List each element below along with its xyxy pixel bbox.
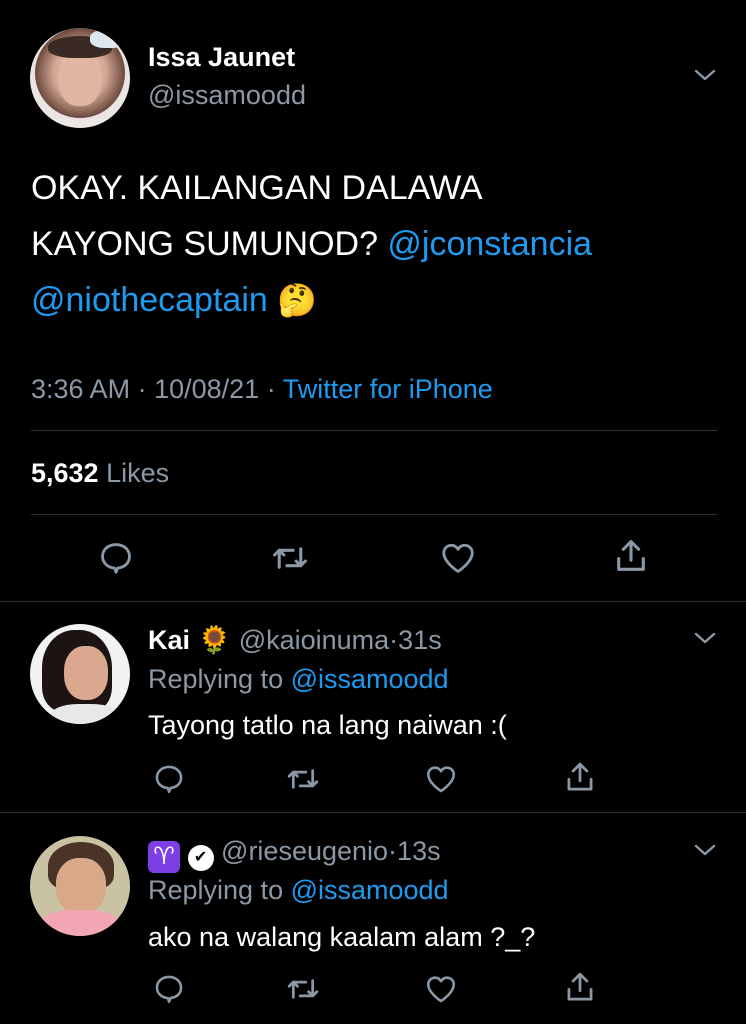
divider — [31, 430, 717, 431]
retweet-icon[interactable] — [285, 762, 321, 796]
reply-author-handle[interactable]: @kaioinuma — [239, 625, 389, 655]
meta-separator: · — [388, 836, 398, 866]
replying-to-handle[interactable]: @issamoodd — [291, 875, 449, 905]
replying-to: Replying to @issamoodd — [148, 875, 449, 906]
likes-stat[interactable]: 5,632 Likes — [31, 458, 169, 489]
reply-icon[interactable] — [97, 539, 135, 577]
tweet-text-line1: OKAY. KAILANGAN DALAWA — [31, 169, 483, 207]
author-avatar[interactable] — [30, 28, 130, 128]
reply-header: ♈ ✔ @rieseugenio·13s — [148, 836, 441, 873]
chevron-down-icon[interactable] — [693, 63, 717, 87]
tweet-source-link[interactable]: Twitter for iPhone — [283, 374, 493, 404]
share-icon[interactable] — [612, 537, 650, 577]
meta-separator: · — [266, 374, 276, 404]
reply-author-name[interactable]: Kai — [148, 625, 190, 655]
like-heart-icon[interactable] — [424, 972, 458, 1006]
replying-to-label: Replying to — [148, 875, 291, 905]
tweet-time: 3:36 AM — [31, 374, 131, 404]
replying-to: Replying to @issamoodd — [148, 664, 449, 695]
share-icon[interactable] — [563, 760, 597, 796]
sunflower-emoji: 🌻 — [197, 625, 232, 655]
reply-icon[interactable] — [152, 972, 186, 1006]
share-icon[interactable] — [563, 970, 597, 1006]
retweet-icon[interactable] — [270, 539, 310, 577]
divider — [31, 514, 717, 515]
reply-icon[interactable] — [152, 762, 186, 796]
aries-emoji-badge: ♈ — [148, 841, 180, 873]
retweet-icon[interactable] — [285, 972, 321, 1006]
likes-count: 5,632 — [31, 458, 99, 488]
thinking-face-emoji: 🤔 — [277, 282, 318, 318]
author-name[interactable]: Issa Jaunet — [148, 42, 295, 73]
reply-age: 13s — [397, 836, 441, 866]
reply-header: Kai 🌻 @kaioinuma·31s — [148, 624, 442, 656]
tweet-metadata: 3:36 AM · 10/08/21 · Twitter for iPhone — [31, 374, 493, 405]
like-heart-icon[interactable] — [424, 762, 458, 796]
reply-text: ako na walang kaalam alam ?_? — [148, 922, 536, 952]
mention-link[interactable]: @niothecaptain — [31, 281, 268, 319]
divider — [0, 812, 746, 813]
verified-badge-icon: ✔ — [187, 845, 214, 871]
replying-to-handle[interactable]: @issamoodd — [291, 664, 449, 694]
reply-text: Tayong tatlo na lang naiwan :( — [148, 710, 507, 740]
tweet-date: 10/08/21 — [154, 374, 260, 404]
reply-avatar[interactable] — [30, 624, 130, 724]
author-handle[interactable]: @issamoodd — [148, 80, 306, 111]
reply-avatar[interactable] — [30, 836, 130, 936]
meta-separator: · — [389, 625, 399, 655]
meta-separator: · — [137, 374, 147, 404]
likes-label: Likes — [106, 458, 170, 488]
reply-author-handle[interactable]: @rieseugenio — [221, 836, 388, 866]
replying-to-label: Replying to — [148, 664, 291, 694]
chevron-down-icon[interactable] — [693, 838, 717, 862]
reply-age: 31s — [398, 625, 442, 655]
tweet-text: OKAY. KAILANGAN DALAWA KAYONG SUMUNOD? @… — [31, 160, 721, 328]
chevron-down-icon[interactable] — [693, 626, 717, 650]
divider — [0, 601, 746, 602]
like-heart-icon[interactable] — [439, 539, 477, 577]
mention-link[interactable]: @jconstancia — [387, 225, 592, 263]
tweet-text-line2: KAYONG SUMUNOD? — [31, 225, 388, 263]
